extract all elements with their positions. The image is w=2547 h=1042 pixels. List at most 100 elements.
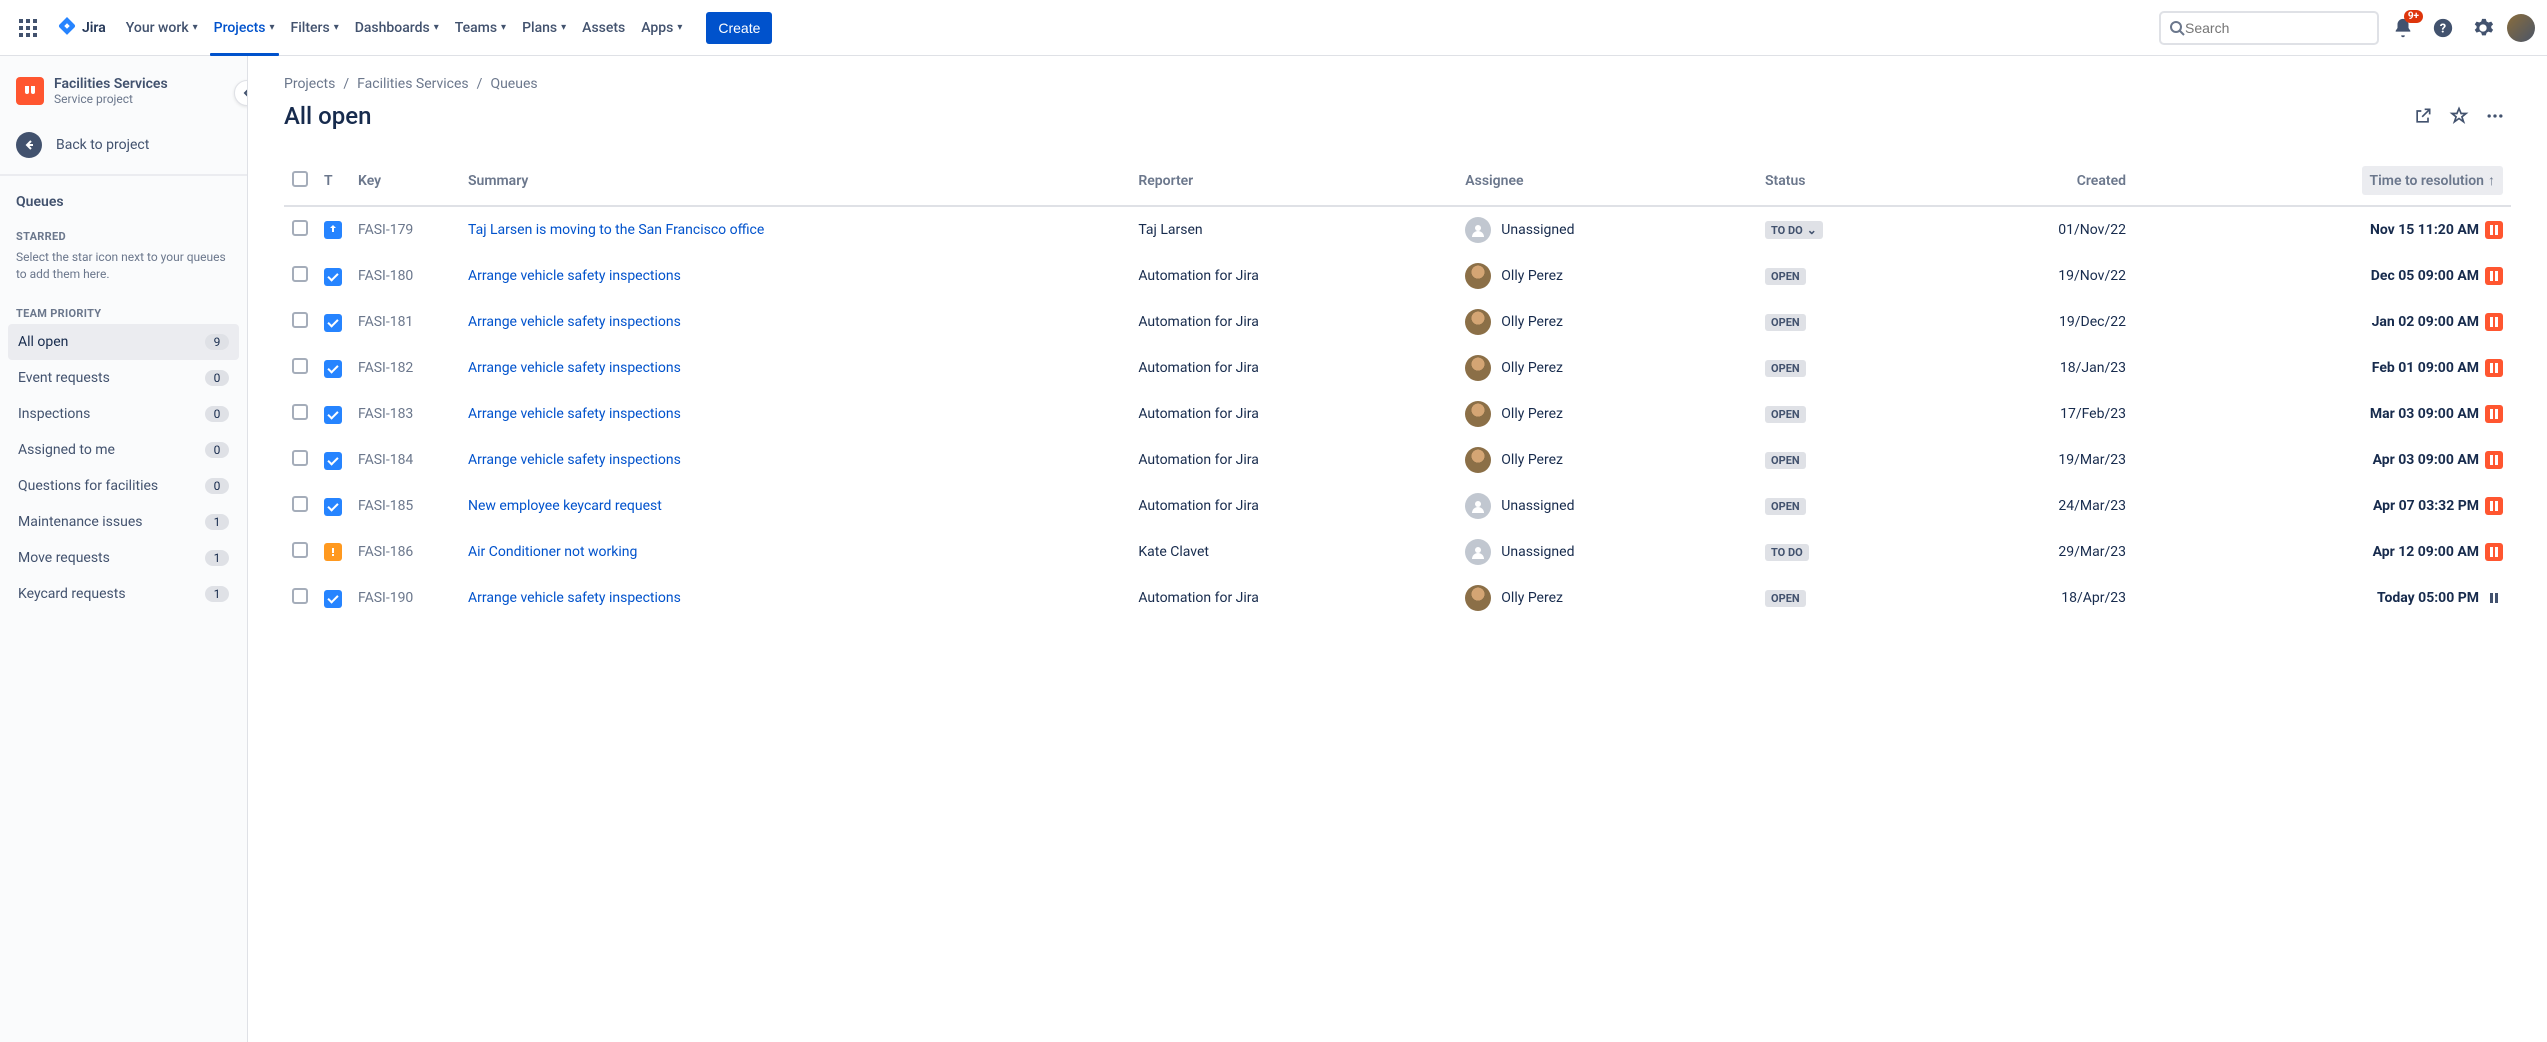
status-badge[interactable]: TO DO	[1765, 544, 1809, 561]
col-created[interactable]: Created	[1934, 156, 2134, 206]
nav-item-dashboards[interactable]: Dashboards▾	[347, 12, 447, 44]
sla-time: Nov 15 11:20 AM	[2370, 222, 2479, 238]
assignee-avatar	[1465, 309, 1491, 335]
issue-key[interactable]: FASI-190	[350, 575, 460, 621]
col-key[interactable]: Key	[350, 156, 460, 206]
queue-item-questions-for-facilities[interactable]: Questions for facilities0	[8, 468, 239, 504]
status-badge[interactable]: OPEN	[1765, 406, 1806, 423]
queue-item-assigned-to-me[interactable]: Assigned to me0	[8, 432, 239, 468]
issue-summary-link[interactable]: Air Conditioner not working	[468, 544, 637, 560]
breadcrumb-projects[interactable]: Projects	[284, 76, 335, 92]
queue-count: 0	[205, 406, 229, 422]
jira-logo-text: Jira	[82, 20, 106, 36]
issue-key[interactable]: FASI-183	[350, 391, 460, 437]
queue-item-keycard-requests[interactable]: Keycard requests1	[8, 576, 239, 612]
issue-key[interactable]: FASI-182	[350, 345, 460, 391]
nav-item-projects[interactable]: Projects▾	[206, 12, 283, 44]
chevron-down-icon: ▾	[270, 22, 275, 33]
issue-summary-link[interactable]: Arrange vehicle safety inspections	[468, 268, 681, 284]
col-type[interactable]: T	[316, 156, 350, 206]
create-button[interactable]: Create	[706, 12, 772, 44]
status-badge[interactable]: OPEN	[1765, 452, 1806, 469]
issue-summary-link[interactable]: Arrange vehicle safety inspections	[468, 360, 681, 376]
settings-icon[interactable]	[2467, 12, 2499, 44]
project-name: Facilities Services	[54, 76, 168, 92]
status-badge[interactable]: OPEN	[1765, 360, 1806, 377]
issue-summary-link[interactable]: Taj Larsen is moving to the San Francisc…	[468, 222, 764, 238]
sort-asc-icon: ↑	[2488, 172, 2495, 189]
row-checkbox[interactable]	[292, 542, 308, 558]
queue-item-maintenance-issues[interactable]: Maintenance issues1	[8, 504, 239, 540]
table-row: FASI-183 Arrange vehicle safety inspectio…	[284, 391, 2511, 437]
chevron-down-icon: ▾	[677, 22, 682, 33]
pause-icon	[2485, 589, 2503, 607]
col-status[interactable]: Status	[1757, 156, 1934, 206]
col-reporter[interactable]: Reporter	[1130, 156, 1457, 206]
breadcrumb-queues[interactable]: Queues	[490, 76, 537, 92]
sla-breached-icon	[2485, 497, 2503, 515]
status-badge[interactable]: OPEN	[1765, 590, 1806, 607]
back-to-project-link[interactable]: Back to project	[8, 122, 239, 168]
row-checkbox[interactable]	[292, 496, 308, 512]
star-icon[interactable]	[2443, 100, 2475, 132]
reporter-cell: Automation for Jira	[1130, 253, 1457, 299]
assignee-name: Olly Perez	[1501, 452, 1563, 468]
open-external-icon[interactable]	[2407, 100, 2439, 132]
search-input[interactable]	[2185, 20, 2369, 36]
row-checkbox[interactable]	[292, 312, 308, 328]
app-switcher-icon[interactable]	[12, 12, 44, 44]
row-checkbox[interactable]	[292, 358, 308, 374]
search-box[interactable]	[2159, 11, 2379, 45]
page-title: All open	[284, 102, 371, 130]
issue-key[interactable]: FASI-179	[350, 206, 460, 253]
nav-item-assets[interactable]: Assets	[574, 12, 633, 44]
row-checkbox[interactable]	[292, 588, 308, 604]
nav-item-teams[interactable]: Teams▾	[447, 12, 514, 44]
status-badge[interactable]: OPEN	[1765, 314, 1806, 331]
help-icon[interactable]: ?	[2427, 12, 2459, 44]
select-all-checkbox[interactable]	[292, 171, 308, 187]
issue-key[interactable]: FASI-180	[350, 253, 460, 299]
back-label: Back to project	[56, 137, 149, 153]
row-checkbox[interactable]	[292, 220, 308, 236]
status-badge[interactable]: OPEN	[1765, 268, 1806, 285]
issue-summary-link[interactable]: Arrange vehicle safety inspections	[468, 314, 681, 330]
table-row: FASI-185New employee keycard requestAuto…	[284, 483, 2511, 529]
issue-key[interactable]: FASI-181	[350, 299, 460, 345]
sidebar: Facilities Services Service project Back…	[0, 56, 248, 1042]
row-checkbox[interactable]	[292, 450, 308, 466]
nav-item-your-work[interactable]: Your work▾	[118, 12, 206, 44]
task-icon	[324, 498, 342, 516]
row-checkbox[interactable]	[292, 404, 308, 420]
notifications-icon[interactable]: 9+	[2387, 12, 2419, 44]
issue-key[interactable]: FASI-186	[350, 529, 460, 575]
status-badge[interactable]: OPEN	[1765, 498, 1806, 515]
user-avatar[interactable]	[2507, 14, 2535, 42]
breadcrumb-facilities[interactable]: Facilities Services	[357, 76, 469, 92]
nav-item-filters[interactable]: Filters▾	[283, 12, 347, 44]
issue-summary-link[interactable]: Arrange vehicle safety inspections	[468, 452, 681, 468]
status-badge[interactable]: TO DO⌄	[1765, 221, 1823, 239]
issue-summary-link[interactable]: Arrange vehicle safety inspections	[468, 590, 681, 606]
chevron-down-icon: ▾	[561, 22, 566, 33]
queue-item-inspections[interactable]: Inspections0	[8, 396, 239, 432]
queue-item-event-requests[interactable]: Event requests0	[8, 360, 239, 396]
queue-item-all-open[interactable]: All open9	[8, 324, 239, 360]
main-content: Projects / Facilities Services / Queues …	[248, 56, 2547, 1042]
col-assignee[interactable]: Assignee	[1457, 156, 1757, 206]
nav-item-apps[interactable]: Apps▾	[633, 12, 690, 44]
col-resolution[interactable]: Time to resolution ↑	[2134, 156, 2511, 206]
chevron-down-icon: ▾	[501, 22, 506, 33]
queue-item-move-requests[interactable]: Move requests1	[8, 540, 239, 576]
sla-time: Feb 01 09:00 AM	[2372, 360, 2479, 376]
nav-item-plans[interactable]: Plans▾	[514, 12, 574, 44]
jira-logo[interactable]: Jira	[48, 17, 114, 39]
more-actions-icon[interactable]	[2479, 100, 2511, 132]
chevron-down-icon: ▾	[334, 22, 339, 33]
issue-key[interactable]: FASI-185	[350, 483, 460, 529]
row-checkbox[interactable]	[292, 266, 308, 282]
issue-summary-link[interactable]: Arrange vehicle safety inspections	[468, 406, 681, 422]
issue-summary-link[interactable]: New employee keycard request	[468, 498, 662, 514]
issue-key[interactable]: FASI-184	[350, 437, 460, 483]
col-summary[interactable]: Summary	[460, 156, 1130, 206]
